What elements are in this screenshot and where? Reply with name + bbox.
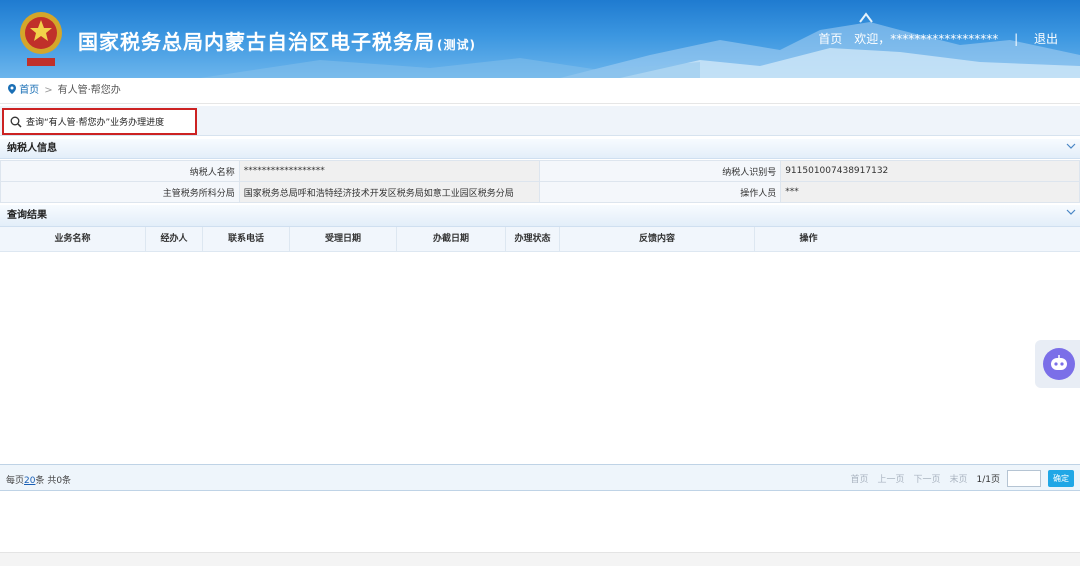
taxpayer-name-label: 纳税人名称 [0, 160, 240, 182]
header-home-link[interactable]: 首页 [818, 30, 842, 47]
page-footer [0, 552, 1080, 566]
column-header: 办理状态 [506, 227, 560, 251]
assistant-robot-icon [1043, 348, 1075, 380]
query-progress-button[interactable]: 查询“有人管·帮您办”业务办理进度 [2, 108, 197, 135]
taxpayer-section-header[interactable]: 纳税人信息 [0, 139, 1080, 159]
location-pin-icon [8, 84, 16, 94]
page-size-link[interactable]: 20 [24, 476, 35, 486]
per-page-prefix: 每页 [6, 476, 25, 486]
operator-label: 操作人员 [539, 181, 782, 203]
results-section-header[interactable]: 查询结果 [0, 205, 1080, 227]
column-header: 办截日期 [397, 227, 506, 251]
column-header: 操作 [799, 234, 818, 244]
results-table-header: 业务名称 经办人 联系电话 受理日期 办截日期 办理状态 反馈内容 操作 [0, 227, 1080, 252]
column-header: 经办人 [146, 227, 203, 251]
first-page-button[interactable]: 首页 [850, 472, 868, 485]
table-row: 纳税人名称 ****************** 纳税人识别号 91150100… [0, 160, 1080, 182]
taxpayer-id-label: 纳税人识别号 [539, 160, 782, 182]
per-page-suffix: 条 共0条 [35, 476, 72, 486]
breadcrumb-home-link[interactable]: 首页 [19, 85, 39, 96]
tax-office-value: 国家税务总局呼和浩特经济技术开发区税务局如意工业园区税务分局 [238, 181, 541, 203]
taxpayer-name-value: ****************** [238, 160, 541, 182]
search-icon [10, 116, 22, 128]
site-title: 国家税务总局内蒙古自治区电子税务局 (测试) [78, 26, 476, 55]
breadcrumb-separator: > [44, 85, 53, 96]
column-header: 受理日期 [290, 227, 397, 251]
pagination-bar: 每页20条 共0条 首页 上一页 下一页 末页 1/1页 确定 [0, 464, 1080, 491]
query-progress-label: 查询“有人管·帮您办”业务办理进度 [26, 118, 165, 128]
page-number-input[interactable] [1007, 470, 1041, 487]
page-size-info: 每页20条 共0条 [6, 473, 71, 486]
column-header: 联系电话 [203, 227, 290, 251]
page-indicator: 1/1页 [976, 475, 1001, 485]
next-page-button[interactable]: 下一页 [913, 472, 940, 485]
site-title-suffix: (测试) [437, 38, 476, 52]
last-page-button[interactable]: 末页 [949, 472, 967, 485]
tax-office-label: 主管税务所科分局 [0, 181, 240, 203]
go-page-button[interactable]: 确定 [1048, 470, 1074, 487]
site-header: 国家税务总局内蒙古自治区电子税务局 (测试) 首页 欢迎，************… [0, 0, 1080, 78]
prev-page-button[interactable]: 上一页 [877, 472, 904, 485]
site-title-text: 国家税务总局内蒙古自治区电子税务局 [78, 30, 435, 54]
results-section-title: 查询结果 [7, 210, 47, 221]
operator-value: *** [780, 181, 1080, 203]
chevron-down-icon[interactable] [1066, 142, 1076, 150]
breadcrumb-current: 有人管·帮您办 [57, 85, 121, 96]
tax-emblem-icon [20, 12, 62, 66]
column-header: 业务名称 [0, 227, 146, 251]
assistant-float-button[interactable] [1035, 340, 1080, 388]
pagination-controls: 首页 上一页 下一页 末页 1/1页 确定 [850, 470, 1074, 487]
chevron-down-icon[interactable] [1066, 208, 1076, 216]
header-divider: | [1014, 31, 1019, 46]
breadcrumb: 首页 > 有人管·帮您办 [0, 80, 1080, 104]
table-row: 主管税务所科分局 国家税务总局呼和浩特经济技术开发区税务局如意工业园区税务分局 … [0, 181, 1080, 203]
column-header: 反馈内容 [560, 227, 755, 251]
taxpayer-section-title: 纳税人信息 [7, 143, 57, 154]
header-links: 首页 欢迎，****************** | 退出 [818, 30, 1058, 47]
logout-link[interactable]: 退出 [1034, 30, 1058, 47]
taxpayer-id-value: 911501007438917132 [780, 160, 1080, 182]
toolbar: 查询“有人管·帮您办”业务办理进度 [0, 106, 1080, 136]
taxpayer-info-table: 纳税人名称 ****************** 纳税人识别号 91150100… [0, 160, 1080, 203]
welcome-text: 欢迎，****************** [854, 32, 999, 46]
